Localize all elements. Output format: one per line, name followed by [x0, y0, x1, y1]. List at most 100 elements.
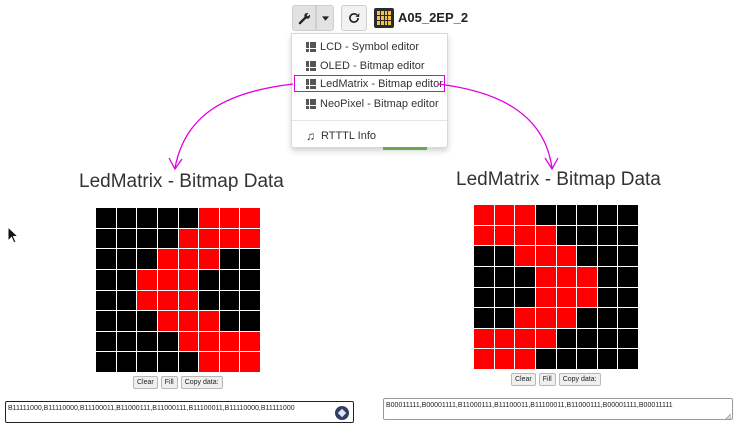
led-cell[interactable] [515, 287, 535, 308]
led-cell[interactable] [618, 246, 638, 266]
led-cell[interactable] [474, 328, 494, 349]
led-cell[interactable] [137, 290, 157, 311]
led-cell[interactable] [597, 246, 618, 266]
led-cell[interactable] [474, 349, 494, 369]
led-cell[interactable] [535, 287, 556, 308]
led-cell[interactable] [515, 246, 535, 266]
led-cell[interactable] [556, 328, 577, 349]
led-cell[interactable] [96, 269, 116, 290]
extension-badge-icon[interactable] [335, 406, 349, 420]
led-cell[interactable] [116, 269, 137, 290]
led-cell[interactable] [535, 328, 556, 349]
led-cell[interactable] [116, 208, 137, 228]
led-cell[interactable] [116, 290, 137, 311]
led-cell[interactable] [240, 352, 260, 372]
led-cell[interactable] [494, 205, 515, 225]
led-cell[interactable] [494, 308, 515, 328]
led-cell[interactable] [494, 349, 515, 369]
led-cell[interactable] [199, 331, 219, 352]
led-cell[interactable] [96, 208, 116, 228]
led-cell[interactable] [494, 246, 515, 266]
led-cell[interactable] [199, 269, 219, 290]
led-cell[interactable] [199, 352, 219, 372]
led-cell[interactable] [199, 311, 219, 331]
led-cell[interactable] [157, 269, 178, 290]
led-cell[interactable] [137, 269, 157, 290]
led-cell[interactable] [219, 249, 240, 269]
led-cell[interactable] [240, 290, 260, 311]
led-cell[interactable] [474, 205, 494, 225]
led-cell[interactable] [96, 249, 116, 269]
led-cell[interactable] [219, 269, 240, 290]
led-cell[interactable] [597, 287, 618, 308]
led-cell[interactable] [494, 328, 515, 349]
led-cell[interactable] [178, 352, 199, 372]
led-cell[interactable] [116, 352, 137, 372]
led-cell[interactable] [556, 205, 577, 225]
led-cell[interactable] [116, 249, 137, 269]
led-cell[interactable] [618, 287, 638, 308]
led-cell[interactable] [556, 266, 577, 287]
led-cell[interactable] [137, 311, 157, 331]
led-cell[interactable] [116, 311, 137, 331]
led-cell[interactable] [240, 269, 260, 290]
led-cell[interactable] [199, 249, 219, 269]
led-cell[interactable] [535, 266, 556, 287]
led-cell[interactable] [556, 246, 577, 266]
led-cell[interactable] [577, 308, 597, 328]
copy-data-button[interactable]: Copy data: [558, 373, 601, 386]
led-cell[interactable] [597, 205, 618, 225]
led-cell[interactable] [577, 205, 597, 225]
led-cell[interactable] [556, 287, 577, 308]
led-cell[interactable] [556, 349, 577, 369]
led-cell[interactable] [178, 331, 199, 352]
led-cell[interactable] [577, 225, 597, 246]
led-cell[interactable] [240, 311, 260, 331]
led-cell[interactable] [157, 311, 178, 331]
led-cell[interactable] [474, 308, 494, 328]
led-cell[interactable] [535, 349, 556, 369]
led-cell[interactable] [137, 352, 157, 372]
led-cell[interactable] [240, 331, 260, 352]
led-cell[interactable] [219, 311, 240, 331]
led-cell[interactable] [597, 266, 618, 287]
led-cell[interactable] [219, 208, 240, 228]
led-cell[interactable] [535, 225, 556, 246]
led-cell[interactable] [178, 290, 199, 311]
led-cell[interactable] [515, 308, 535, 328]
led-cell[interactable] [137, 208, 157, 228]
led-cell[interactable] [96, 352, 116, 372]
led-cell[interactable] [618, 308, 638, 328]
led-cell[interactable] [157, 352, 178, 372]
led-cell[interactable] [96, 331, 116, 352]
led-cell[interactable] [96, 290, 116, 311]
led-cell[interactable] [494, 287, 515, 308]
led-cell[interactable] [474, 266, 494, 287]
led-cell[interactable] [618, 205, 638, 225]
led-cell[interactable] [157, 331, 178, 352]
led-cell[interactable] [556, 225, 577, 246]
led-cell[interactable] [157, 290, 178, 311]
led-cell[interactable] [597, 349, 618, 369]
led-cell[interactable] [240, 208, 260, 228]
copy-data-button[interactable]: Copy data: [180, 376, 223, 389]
led-cell[interactable] [240, 249, 260, 269]
led-cell[interactable] [515, 225, 535, 246]
led-cell[interactable] [199, 290, 219, 311]
led-cell[interactable] [240, 228, 260, 249]
led-cell[interactable] [577, 266, 597, 287]
led-cell[interactable] [618, 266, 638, 287]
led-cell[interactable] [116, 331, 137, 352]
fill-button[interactable]: Fill [538, 373, 556, 386]
led-cell[interactable] [178, 228, 199, 249]
led-cell[interactable] [597, 328, 618, 349]
led-cell[interactable] [157, 249, 178, 269]
led-cell[interactable] [219, 352, 240, 372]
led-cell[interactable] [178, 269, 199, 290]
clear-button[interactable]: Clear [511, 373, 536, 386]
led-cell[interactable] [618, 225, 638, 246]
led-cell[interactable] [178, 208, 199, 228]
led-cell[interactable] [157, 208, 178, 228]
led-cell[interactable] [219, 331, 240, 352]
led-cell[interactable] [494, 225, 515, 246]
